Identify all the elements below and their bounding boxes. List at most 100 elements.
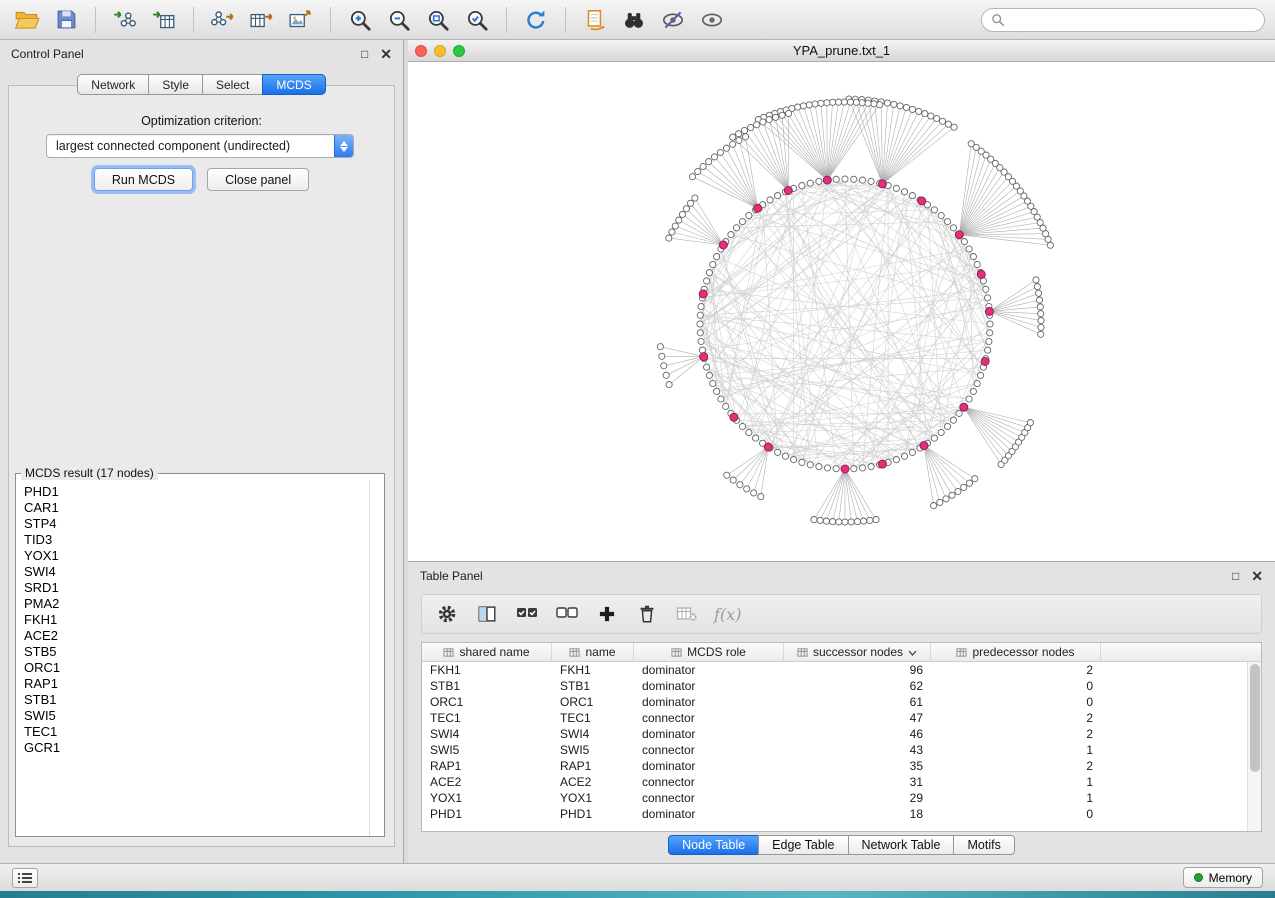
mcds-result-item[interactable]: SRD1 [24,580,369,596]
cell-name[interactable]: STB1 [552,679,634,693]
cell-MCDS-role[interactable]: dominator [634,759,784,773]
close-mcds-panel-button[interactable]: Close panel [207,168,309,191]
mcds-result-item[interactable]: ACE2 [24,628,369,644]
cell-name[interactable]: ORC1 [552,695,634,709]
table-row[interactable]: RAP1RAP1dominator352 [422,758,1247,774]
cell-successor-nodes[interactable]: 46 [784,727,931,741]
show-graphics-details-button[interactable] [695,5,729,35]
cell-shared-name[interactable]: TEC1 [422,711,552,725]
hide-graphics-details-button[interactable] [656,5,690,35]
table-row[interactable]: YOX1YOX1connector291 [422,790,1247,806]
table-scrollbar[interactable] [1247,662,1261,831]
cell-predecessor-nodes[interactable]: 2 [931,727,1101,741]
cell-MCDS-role[interactable]: connector [634,791,784,805]
cell-name[interactable]: YOX1 [552,791,634,805]
table-row[interactable]: ORC1ORC1dominator610 [422,694,1247,710]
mcds-result-item[interactable]: PMA2 [24,596,369,612]
cell-successor-nodes[interactable]: 47 [784,711,931,725]
export-table-button[interactable] [245,5,279,35]
cell-name[interactable]: TEC1 [552,711,634,725]
cell-successor-nodes[interactable]: 43 [784,743,931,757]
window-maximize-icon[interactable] [453,45,465,57]
search-box[interactable] [981,8,1265,32]
close-table-panel-icon[interactable]: ✕ [1251,570,1263,582]
open-file-button[interactable] [10,5,44,35]
tab-node-table[interactable]: Node Table [668,835,759,855]
cell-shared-name[interactable]: PHD1 [422,807,552,821]
window-minimize-icon[interactable] [434,45,446,57]
table-settings-button[interactable] [434,601,460,627]
cell-MCDS-role[interactable]: dominator [634,679,784,693]
cell-predecessor-nodes[interactable]: 1 [931,791,1101,805]
export-network-button[interactable] [206,5,240,35]
cell-MCDS-role[interactable]: dominator [634,663,784,677]
cell-MCDS-role[interactable]: dominator [634,807,784,821]
memory-button[interactable]: Memory [1183,867,1263,888]
table-row[interactable]: ACE2ACE2connector311 [422,774,1247,790]
cell-shared-name[interactable]: FKH1 [422,663,552,677]
table-row[interactable]: SWI4SWI4dominator462 [422,726,1247,742]
column-header-name[interactable]: name [552,643,634,661]
cell-MCDS-role[interactable]: connector [634,743,784,757]
mcds-result-item[interactable]: TEC1 [24,724,369,740]
cell-successor-nodes[interactable]: 29 [784,791,931,805]
import-table-button[interactable] [147,5,181,35]
tab-network-table[interactable]: Network Table [848,835,955,855]
mcds-result-item[interactable]: GCR1 [24,740,369,756]
cell-successor-nodes[interactable]: 62 [784,679,931,693]
mcds-result-item[interactable]: STB1 [24,692,369,708]
table-row[interactable]: SWI5SWI5connector431 [422,742,1247,758]
mcds-result-item[interactable]: STB5 [24,644,369,660]
table-row[interactable]: TEC1TEC1connector472 [422,710,1247,726]
table-row[interactable]: FKH1FKH1dominator962 [422,662,1247,678]
tab-mcds[interactable]: MCDS [262,74,325,95]
mcds-result-item[interactable]: ORC1 [24,660,369,676]
cell-name[interactable]: RAP1 [552,759,634,773]
cell-MCDS-role[interactable]: connector [634,711,784,725]
table-row[interactable]: STB1STB1dominator620 [422,678,1247,694]
cell-predecessor-nodes[interactable]: 0 [931,679,1101,693]
import-network-button[interactable] [108,5,142,35]
delete-column-button[interactable] [634,601,660,627]
cell-name[interactable]: PHD1 [552,807,634,821]
zoom-out-button[interactable] [382,5,416,35]
deselect-all-rows-button[interactable] [554,601,580,627]
mcds-result-item[interactable]: STP4 [24,516,369,532]
mcds-result-item[interactable]: FKH1 [24,612,369,628]
save-session-button[interactable] [49,5,83,35]
cell-shared-name[interactable]: ORC1 [422,695,552,709]
search-input[interactable] [1011,13,1255,27]
cell-predecessor-nodes[interactable]: 1 [931,775,1101,789]
float-table-panel-icon[interactable]: □ [1232,570,1239,582]
cell-successor-nodes[interactable]: 96 [784,663,931,677]
tab-edge-table[interactable]: Edge Table [758,835,848,855]
table-row[interactable]: PHD1PHD1dominator180 [422,806,1247,822]
zoom-selected-button[interactable] [460,5,494,35]
criterion-dropdown[interactable]: largest connected component (undirected) [46,134,354,158]
window-close-icon[interactable] [415,45,427,57]
zoom-in-button[interactable] [343,5,377,35]
cell-name[interactable]: ACE2 [552,775,634,789]
tab-style[interactable]: Style [148,74,203,95]
zoom-fit-button[interactable] [421,5,455,35]
cell-MCDS-role[interactable]: connector [634,775,784,789]
cell-shared-name[interactable]: SWI4 [422,727,552,741]
mcds-result-item[interactable]: RAP1 [24,676,369,692]
tab-network[interactable]: Network [77,74,149,95]
clone-network-button[interactable] [578,5,612,35]
tab-motifs[interactable]: Motifs [953,835,1014,855]
float-panel-icon[interactable]: □ [361,48,368,60]
close-panel-icon[interactable]: ✕ [380,48,392,60]
tab-select[interactable]: Select [202,74,263,95]
show-panels-menu-button[interactable] [12,868,38,888]
mcds-result-list[interactable]: PHD1CAR1STP4TID3YOX1SWI4SRD1PMA2FKH1ACE2… [17,482,369,834]
cell-successor-nodes[interactable]: 31 [784,775,931,789]
cell-successor-nodes[interactable]: 35 [784,759,931,773]
table-scrollbar-thumb[interactable] [1250,664,1260,772]
cell-shared-name[interactable]: STB1 [422,679,552,693]
cell-predecessor-nodes[interactable]: 0 [931,695,1101,709]
cell-MCDS-role[interactable]: dominator [634,727,784,741]
find-button[interactable] [617,5,651,35]
delete-table-button-disabled[interactable] [674,601,700,627]
create-column-button[interactable] [594,601,620,627]
